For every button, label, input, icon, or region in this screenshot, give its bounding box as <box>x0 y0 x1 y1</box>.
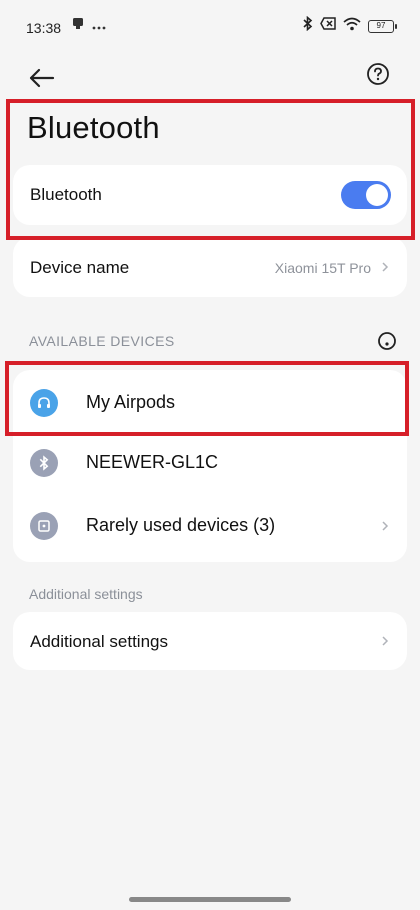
page-title: Bluetooth <box>27 110 160 145</box>
headphones-icon <box>30 389 58 417</box>
bluetooth-icon <box>303 15 313 36</box>
status-left-icons <box>72 17 106 35</box>
chevron-right-icon <box>382 262 389 272</box>
chevron-right-icon <box>382 636 389 646</box>
notification-icon <box>72 17 84 35</box>
available-devices-title: AVAILABLE DEVICES <box>29 333 175 349</box>
top-bar <box>0 56 420 96</box>
battery-level: 97 <box>376 20 386 30</box>
device-row-neewer[interactable]: NEEWER-GL1C <box>13 433 407 493</box>
wifi-icon <box>343 17 361 36</box>
bluetooth-icon <box>30 449 58 477</box>
help-button[interactable] <box>366 62 390 86</box>
device-row-rarely-used[interactable]: Rarely used devices (3) <box>13 496 407 556</box>
toggle-knob <box>366 184 388 206</box>
chevron-right-icon <box>382 521 389 531</box>
device-row-my-airpods[interactable]: My Airpods <box>13 373 407 433</box>
device-name-label: Device name <box>30 258 130 277</box>
scanning-icon <box>377 331 397 356</box>
home-indicator <box>129 897 291 902</box>
back-button[interactable] <box>26 62 56 92</box>
additional-settings-label: Additional settings <box>30 632 168 651</box>
bluetooth-toggle[interactable] <box>341 181 391 209</box>
status-right-icons: 97 <box>303 15 397 36</box>
device-name-text: My Airpods <box>86 392 176 412</box>
status-time: 13:38 <box>26 20 62 36</box>
no-sim-icon <box>320 17 336 35</box>
more-dots-icon <box>92 17 106 35</box>
additional-settings-title: Additional settings <box>29 586 143 602</box>
device-name-card[interactable]: Device name Xiaomi 15T Pro <box>13 237 407 297</box>
device-box-icon <box>30 512 58 540</box>
battery-icon: 97 <box>368 19 397 33</box>
help-icon <box>367 63 389 85</box>
additional-settings-card[interactable]: Additional settings <box>13 612 407 670</box>
device-name-text: Rarely used devices (3) <box>86 515 276 535</box>
bluetooth-toggle-label: Bluetooth <box>30 185 102 204</box>
status-bar: 13:38 97 <box>0 0 420 56</box>
arrow-left-icon <box>29 68 55 88</box>
device-name-text: NEEWER-GL1C <box>86 452 219 472</box>
available-devices-card: My Airpods NEEWER-GL1C Rarely used devic… <box>13 370 407 562</box>
bluetooth-toggle-card: Bluetooth <box>13 165 407 225</box>
device-name-value: Xiaomi 15T Pro <box>274 260 371 276</box>
